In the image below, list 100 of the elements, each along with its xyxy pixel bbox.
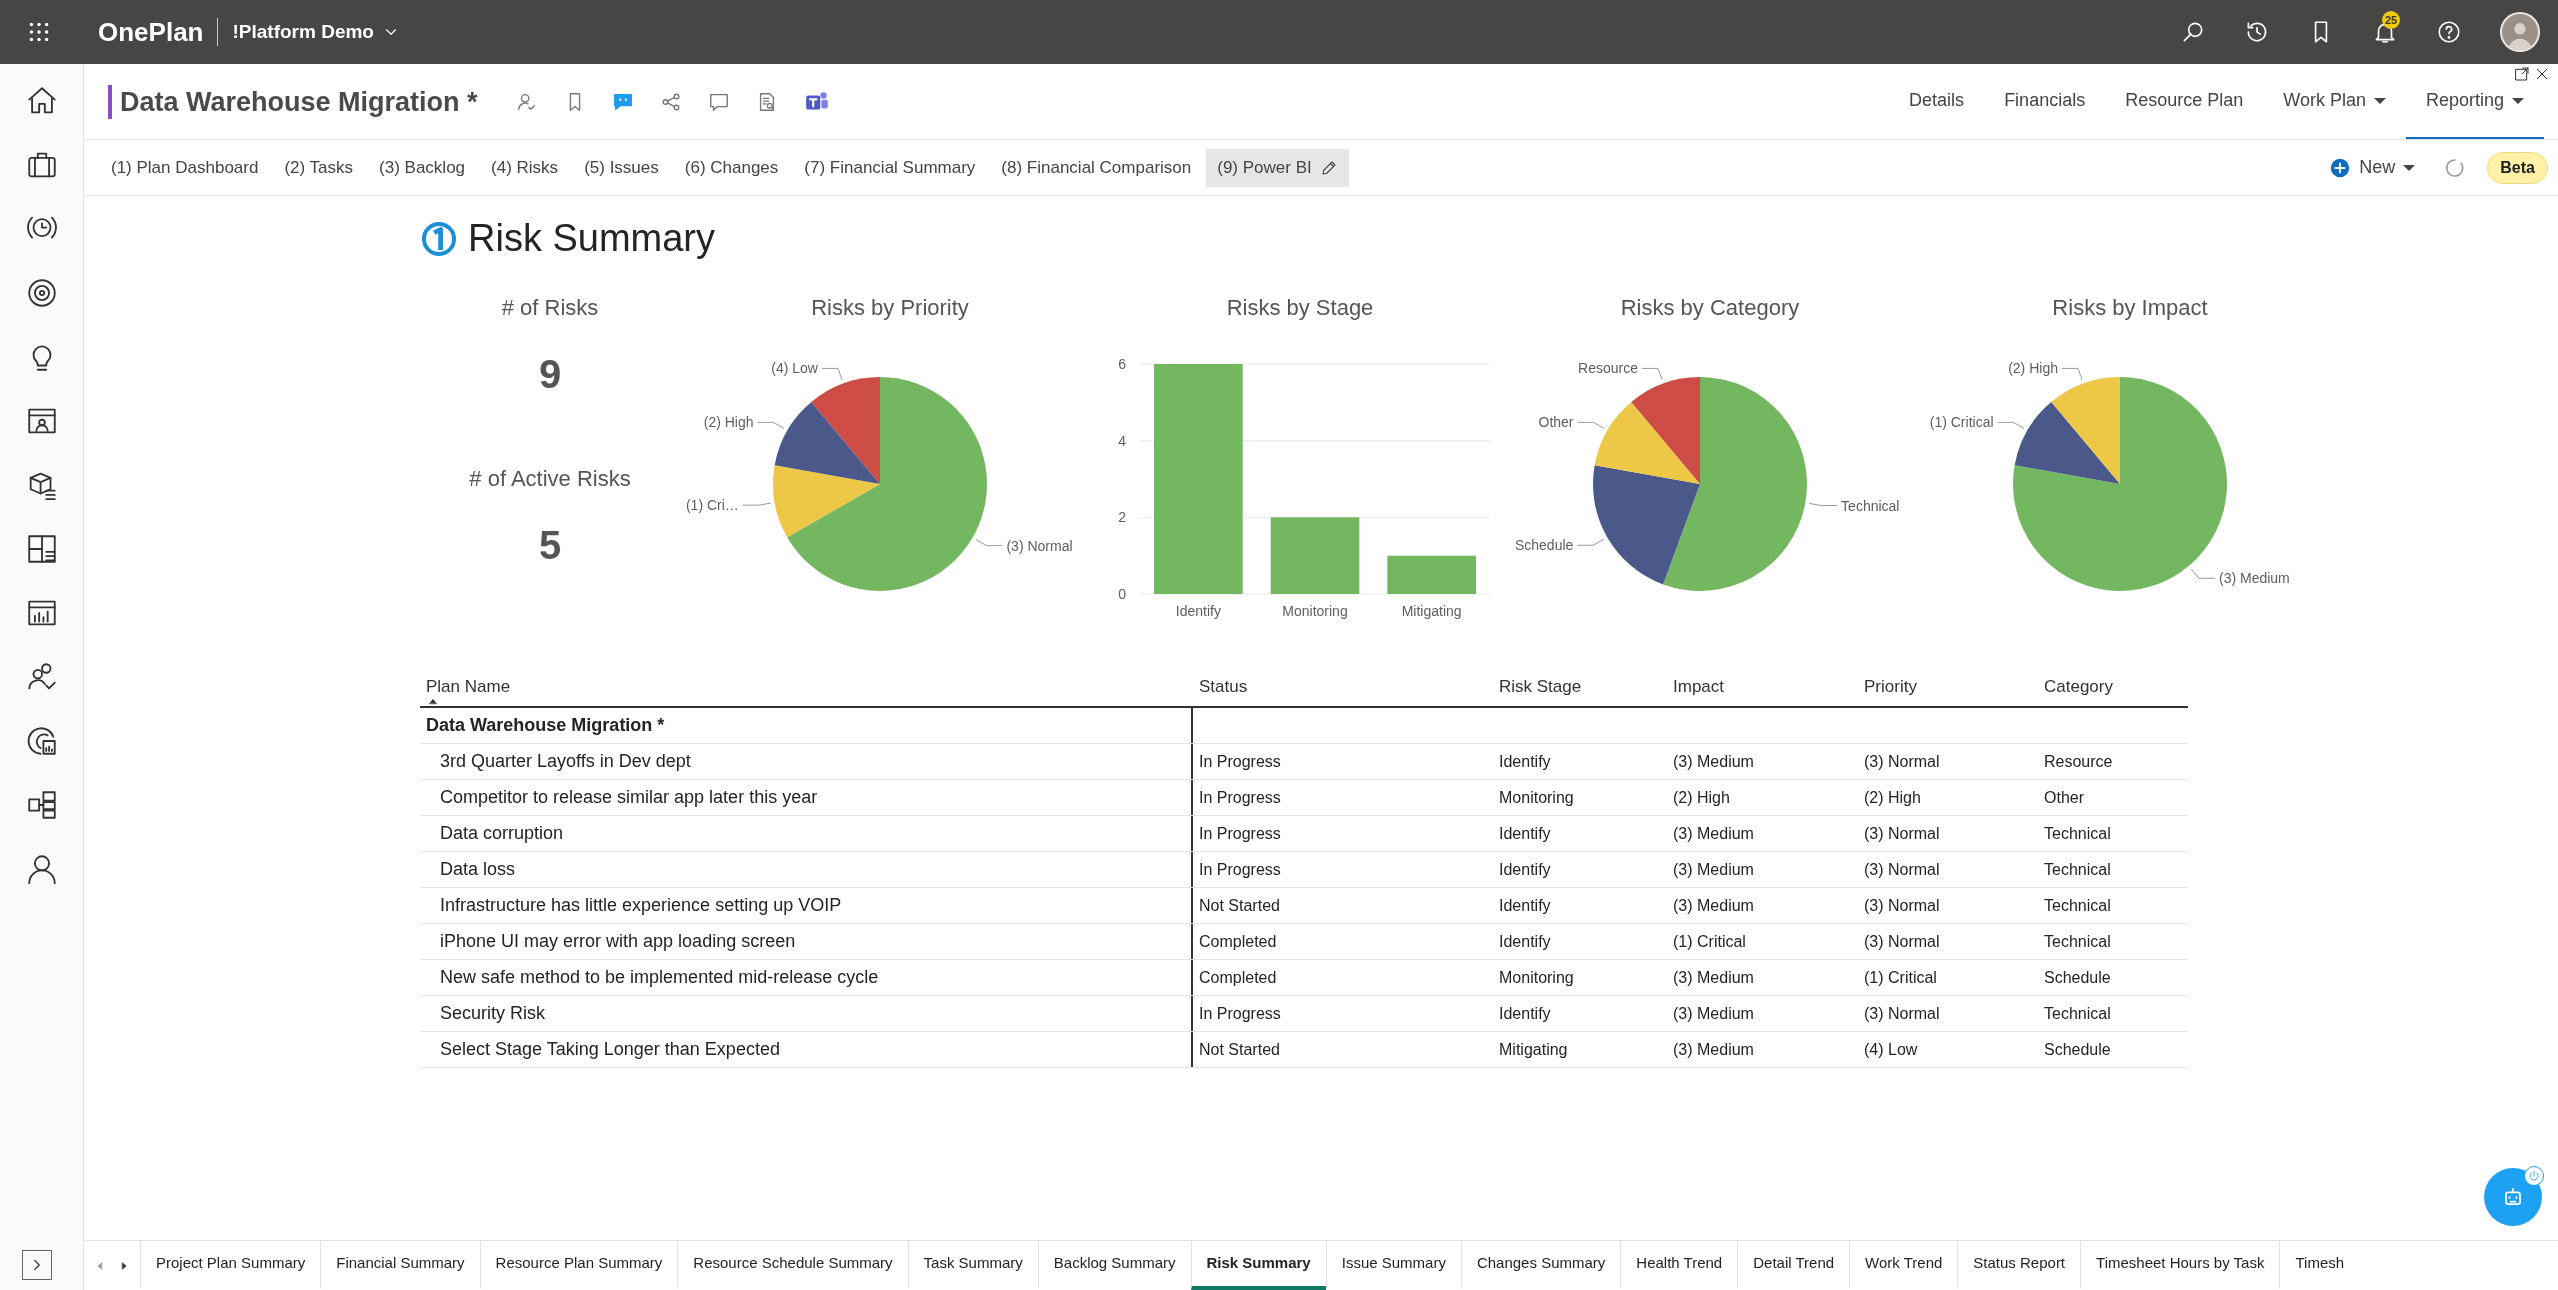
slice-label: (1) Cri… [685,497,739,514]
table-cell-text: Technical [2043,859,2112,880]
leader-line [1808,502,1838,507]
table-cell-text: (3) Normal [1863,823,1941,844]
table-cell-text: (3) Normal [1863,859,1941,880]
page-tab[interactable]: (8) Financial Comparison [990,148,1203,187]
page-tab[interactable]: (1) Plan Dashboard [100,148,270,187]
report-page-tab[interactable]: Changes Summary [1460,1241,1621,1290]
table-cell-text: Other [2043,787,2085,808]
table-cell-text: (2) High [1672,787,1731,808]
table-cell-text: In Progress [1198,751,1282,772]
nav-tab[interactable]: Reporting [2405,64,2544,139]
chatbot-button[interactable] [2484,1168,2542,1226]
table-cell-text: Identify [1498,823,1552,844]
chart-title: Risks by Stage [1226,294,1374,322]
table-cell-text: Mitigating [1498,1039,1569,1060]
table-cell-text: Identify [1498,931,1552,952]
leader-line [821,367,843,381]
table-cell-text: (1) Critical [1863,967,1938,988]
table-cell: Select Stage Taking Longer than Expected [420,1032,1193,1067]
slice-label: Other [1538,414,1574,431]
slice-label: Technical [1841,497,1900,514]
column-header[interactable]: Priority [1858,664,2038,706]
table-cell-text: Resource [2043,751,2114,772]
table-cell: Data loss [420,852,1193,887]
table-cell-text: (1) Critical [1672,931,1747,952]
chart-title: Risks by Category [1620,294,1800,322]
axis-category-label: Identify [1175,603,1221,619]
report-page-tab[interactable]: Issue Summary [1325,1241,1461,1290]
new-button[interactable]: New [2329,154,2416,181]
report-page-tab[interactable]: Financial Summary [320,1241,480,1290]
workspace-dropdown[interactable]: !Platform Demo [232,17,400,47]
avatar[interactable] [2500,12,2540,52]
table-cell-text: (3) Medium [1672,1039,1755,1060]
column-header[interactable]: Plan Name [420,664,1193,706]
page-tab[interactable]: (9) Power BI [1206,148,1349,187]
table-cell-text: (3) Normal [1863,895,1941,916]
notification-badge: 25 [2382,11,2400,29]
slice-label: (2) High [703,414,754,431]
nav-tab[interactable]: Work Plan [2263,64,2406,139]
column-header[interactable]: Status [1193,664,1493,706]
table-cell-text: Schedule [2043,1039,2112,1060]
axis-category-label: Monitoring [1282,603,1348,619]
chart-title: Risks by Priority [811,294,969,322]
leader-line [1641,367,1663,381]
expand-sidebar-button[interactable] [22,1250,52,1280]
table-cell-text: Identify [1498,1003,1552,1024]
slice-label: (3) Normal [1006,537,1073,554]
column-header[interactable]: Risk Stage [1493,664,1667,706]
report-page-tab[interactable]: Detail Trend [1737,1241,1850,1290]
table-cell-text: (3) Normal [1863,1003,1941,1024]
group-header-cell: Data Warehouse Migration * [420,708,1193,743]
page-tab[interactable]: (5) Issues [573,148,670,187]
plus-circle-icon [2329,156,2352,179]
report-page-tab[interactable]: Resource Plan Summary [479,1241,678,1290]
leader-line [1997,421,2025,429]
table-cell-text: Identify [1498,895,1552,916]
nav-tab[interactable]: Details [1889,64,1985,139]
table-cell-text: Not Started [1198,1039,1281,1060]
report-page-tab[interactable]: Risk Summary [1190,1241,1326,1290]
leader-line [2061,367,2083,381]
page-tab[interactable]: (4) Risks [480,148,570,187]
table-cell-text: (4) Low [1863,1039,1919,1060]
page-tab[interactable]: (2) Tasks [273,148,365,187]
table-cell-text: Identify [1498,751,1552,772]
page-tab[interactable]: (6) Changes [673,148,790,187]
table-cell-text: Monitoring [1498,967,1575,988]
page-tab[interactable]: (7) Financial Summary [793,148,987,187]
nav-tab[interactable]: Resource Plan [2105,64,2264,139]
column-header[interactable]: Impact [1667,664,1858,706]
column-header[interactable]: Category [2038,664,2188,706]
table-cell: iPhone UI may error with app loading screen [420,924,1193,959]
table-cell-text: Identify [1498,859,1552,880]
kpi-label: # of Active Risks [469,465,631,493]
popout-icon[interactable] [2514,66,2530,82]
report-page-tab[interactable]: Timesheet Hours by Task [2080,1241,2280,1290]
help-icon[interactable] [2436,19,2462,45]
report-page-tab[interactable]: Project Plan Summary [140,1241,321,1290]
report-page-tab[interactable]: Resource Schedule Summary [677,1241,908,1290]
report-page-tab[interactable]: Health Trend [1620,1241,1738,1290]
power-icon [2527,1169,2541,1183]
table-cell-text: (3) Medium [1672,859,1755,880]
leader-line [975,539,1003,547]
table-cell-text: Technical [2043,823,2112,844]
table-cell-text: In Progress [1198,1003,1282,1024]
kpi-label: # of Risks [501,294,599,322]
leader-line [742,502,772,506]
chart-title: Risks by Impact [2052,294,2208,322]
axis-tick-label: 6 [1118,356,1126,372]
slice-label: Schedule [1514,537,1574,554]
slice-label: (2) High [2008,360,2058,377]
report-page-tab[interactable]: Timesh [2279,1241,2360,1290]
report-page-tab[interactable]: Work Trend [1849,1241,1958,1290]
report-page-tab[interactable]: Task Summary [907,1241,1038,1290]
page-tab[interactable]: (3) Backlog [368,148,477,187]
report-page-tab[interactable]: Backlog Summary [1037,1241,1191,1290]
close-icon[interactable] [2534,66,2550,82]
leader-line [2190,568,2216,579]
nav-tab[interactable]: Financials [1984,64,2106,139]
report-page-tab[interactable]: Status Report [1957,1241,2081,1290]
